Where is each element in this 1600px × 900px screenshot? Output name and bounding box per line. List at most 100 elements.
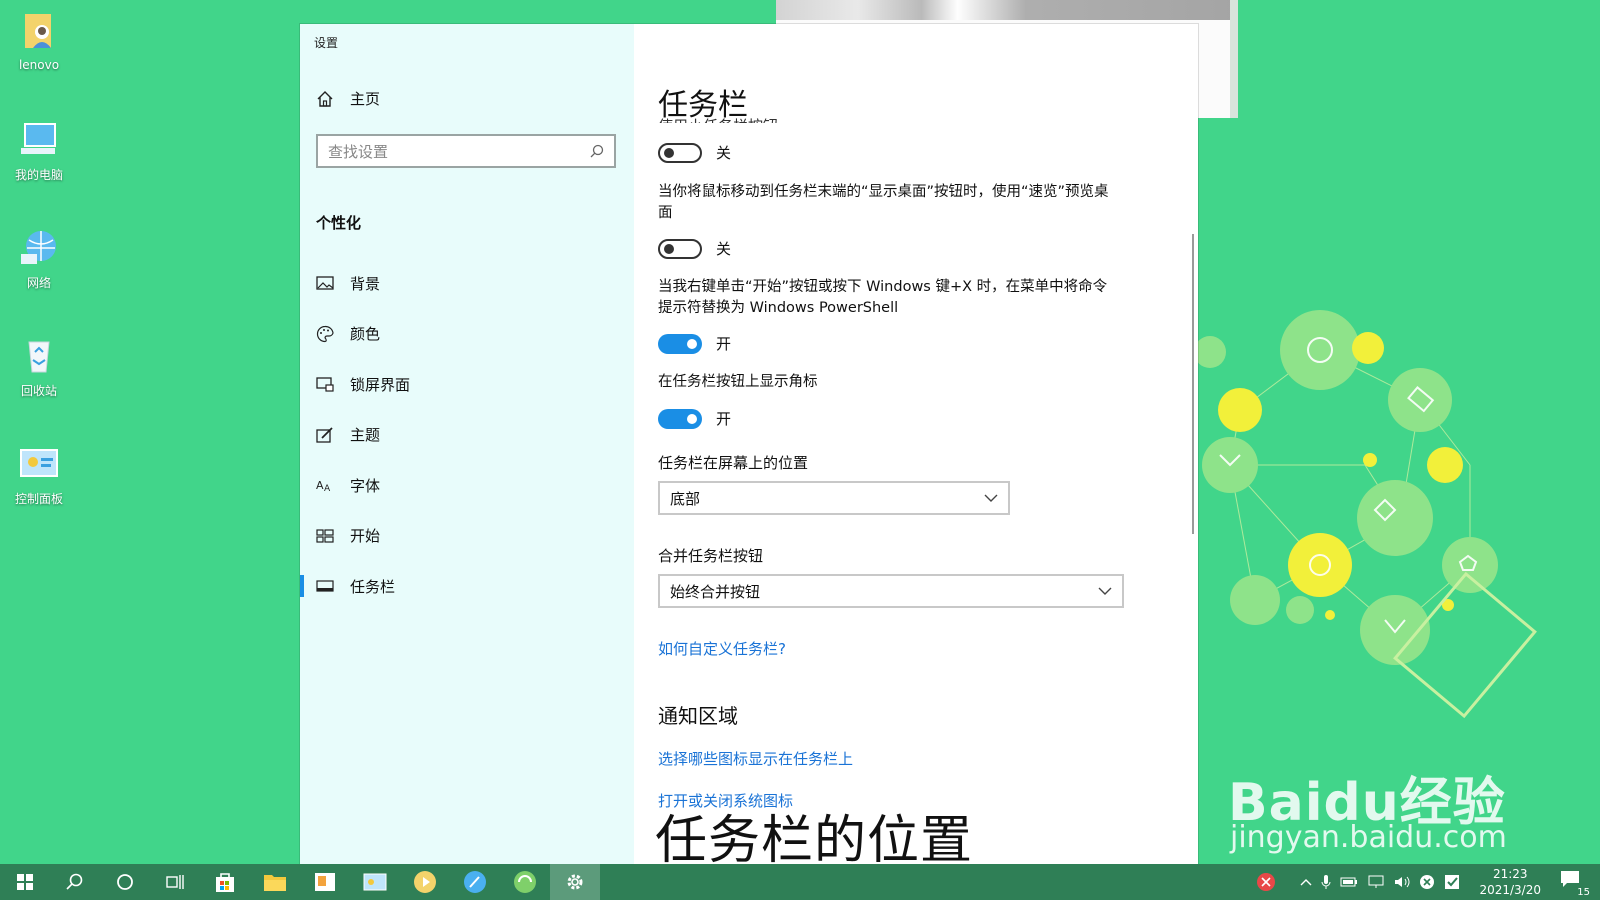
toggle-row-badges: 开: [658, 408, 731, 429]
notification-icon: [1561, 871, 1579, 887]
media-player-icon: [414, 871, 436, 893]
combine-buttons-label: 合并任务栏按钮: [658, 547, 764, 565]
desktop-icon-network[interactable]: 网络: [8, 226, 70, 291]
sidebar-item-fonts[interactable]: AA 字体: [300, 460, 634, 511]
taskbar: 21:23 2021/3/20 15: [0, 864, 1600, 900]
font-icon: AA: [316, 476, 334, 494]
desktop-icon-label: 回收站: [20, 384, 57, 398]
sidebar-item-label: 开始: [350, 527, 381, 546]
sidebar-item-background[interactable]: 背景: [300, 258, 634, 309]
settings-sidebar: 设置 主页 查找设置 个性化 背景 颜色 锁屏界面 主题 A A 字体 开始 任…: [300, 24, 634, 864]
toggle-state-label: 开: [716, 335, 732, 353]
taskbar-position-label: 任务栏在屏幕上的位置: [658, 454, 809, 472]
customize-taskbar-help-link[interactable]: 如何自定义任务栏?: [658, 638, 786, 659]
taskbar-app-media-player[interactable]: [400, 864, 450, 900]
taskbar-app-feather[interactable]: [450, 864, 500, 900]
checkbox-app-icon[interactable]: [1444, 874, 1460, 890]
sidebar-item-taskbar[interactable]: 任务栏: [300, 561, 634, 612]
badges-setting-desc: 在任务栏按钮上显示角标: [658, 374, 818, 390]
tutorial-caption: 任务栏的位置: [655, 811, 974, 871]
svg-text:A: A: [316, 479, 324, 492]
recycle-bin-icon: [28, 341, 50, 373]
desktop-icon-control-panel[interactable]: 控制面板: [8, 442, 70, 507]
sidebar-item-label: 背景: [350, 274, 381, 293]
notification-area-heading: 通知区域: [658, 704, 738, 728]
taskbar-app-store[interactable]: [200, 864, 250, 900]
desktop-icon-lenovo[interactable]: lenovo: [8, 10, 70, 72]
store-bag-icon: [216, 873, 234, 892]
palette-icon: [316, 325, 334, 343]
taskbar-search-button[interactable]: [50, 864, 100, 900]
sidebar-item-themes[interactable]: 主题: [300, 410, 634, 461]
action-center-button[interactable]: 15: [1560, 870, 1590, 898]
toggle-row-peek: 关: [658, 238, 731, 259]
search-icon: [66, 873, 83, 890]
start-button[interactable]: [0, 864, 50, 900]
powershell-toggle[interactable]: [658, 333, 702, 354]
settings-content: 任务栏 使用小任务栏按钮 关 当你将鼠标移动到任务栏末端的“显示桌面”按钮时，使…: [634, 24, 1198, 864]
taskbar-position-dropdown[interactable]: 底部: [658, 481, 1010, 515]
taskbar-app-browser[interactable]: [500, 864, 550, 900]
section-title-personalization: 个性化: [316, 214, 362, 232]
content-scrollbar[interactable]: [1192, 234, 1194, 534]
toggle-state-label: 关: [716, 144, 732, 162]
cortana-button[interactable]: [100, 864, 150, 900]
clock-date: 2021/3/20: [1479, 883, 1541, 897]
baidu-watermark-url: jingyan.baidu.com: [1230, 820, 1507, 855]
dropdown-value: 始终合并按钮: [670, 582, 761, 601]
chevron-up-icon[interactable]: [1300, 878, 1312, 886]
badges-toggle[interactable]: [658, 408, 702, 429]
taskbar-app-settings[interactable]: [550, 864, 600, 900]
sidebar-item-lock-screen[interactable]: 锁屏界面: [300, 359, 634, 410]
sidebar-item-label: 任务栏: [350, 577, 396, 596]
volume-icon[interactable]: [1394, 875, 1410, 889]
security-app-icon[interactable]: [1256, 872, 1276, 892]
desktop-icon-label: 网络: [26, 276, 51, 290]
taskbar-clock[interactable]: 21:23 2021/3/20: [1469, 866, 1551, 898]
desktop-icon-recycle-bin[interactable]: 回收站: [8, 334, 70, 399]
start-grid-icon: [316, 527, 334, 545]
search-input[interactable]: 查找设置: [316, 134, 616, 168]
microphone-icon[interactable]: [1321, 874, 1331, 890]
svg-text:A: A: [324, 484, 331, 493]
powershell-setting-desc: 当我右键单击“开始”按钮或按下 Windows 键+X 时，在菜单中将命令提示符…: [658, 279, 1108, 316]
chevron-down-icon: [1098, 587, 1112, 595]
taskbar-app-control-panel[interactable]: [350, 864, 400, 900]
sidebar-item-label: 锁屏界面: [350, 375, 411, 394]
dropdown-value: 底部: [670, 489, 701, 508]
nav-home[interactable]: 主页: [316, 88, 380, 109]
window-title: 设置: [314, 36, 339, 50]
sidebar-item-colors[interactable]: 颜色: [300, 309, 634, 360]
photo-app-icon: [315, 873, 335, 891]
desktop-icon-label: lenovo: [18, 58, 60, 72]
gear-icon: [567, 874, 583, 890]
circle-x-icon[interactable]: [1419, 874, 1435, 890]
network-status-icon[interactable]: [1367, 875, 1385, 889]
taskbar-app-file-explorer[interactable]: [250, 864, 300, 900]
browser-icon: [514, 871, 536, 893]
small-buttons-toggle[interactable]: [658, 142, 702, 163]
blurred-titlebar: [776, 0, 1230, 20]
taskbar-icon: [316, 577, 334, 595]
sidebar-item-label: 字体: [350, 476, 381, 495]
peek-toggle[interactable]: [658, 238, 702, 259]
sidebar-item-label: 主题: [350, 426, 381, 445]
toggle-state-label: 关: [716, 240, 732, 258]
cortana-circle-icon: [117, 874, 133, 890]
select-tray-icons-link[interactable]: 选择哪些图标显示在任务栏上: [658, 748, 853, 769]
search-placeholder: 查找设置: [328, 142, 389, 161]
settings-window: 设置 主页 查找设置 个性化 背景 颜色 锁屏界面 主题 A A 字体 开始 任…: [300, 24, 1198, 864]
sidebar-item-start[interactable]: 开始: [300, 511, 634, 562]
task-view-button[interactable]: [150, 864, 200, 900]
combine-buttons-dropdown[interactable]: 始终合并按钮: [658, 574, 1124, 608]
nav-home-label: 主页: [350, 90, 381, 108]
wallpaper-bulb-graphic: [1194, 310, 1537, 719]
desktop-icon-label: 控制面板: [14, 492, 63, 506]
desktop-icon-computer[interactable]: 我的电脑: [8, 118, 70, 183]
search-icon[interactable]: [590, 144, 604, 158]
user-folder-icon: [25, 14, 51, 48]
battery-icon[interactable]: [1340, 876, 1358, 888]
taskbar-app-photos[interactable]: [300, 864, 350, 900]
theme-brush-icon: [316, 426, 334, 444]
picture-icon: [316, 274, 334, 292]
